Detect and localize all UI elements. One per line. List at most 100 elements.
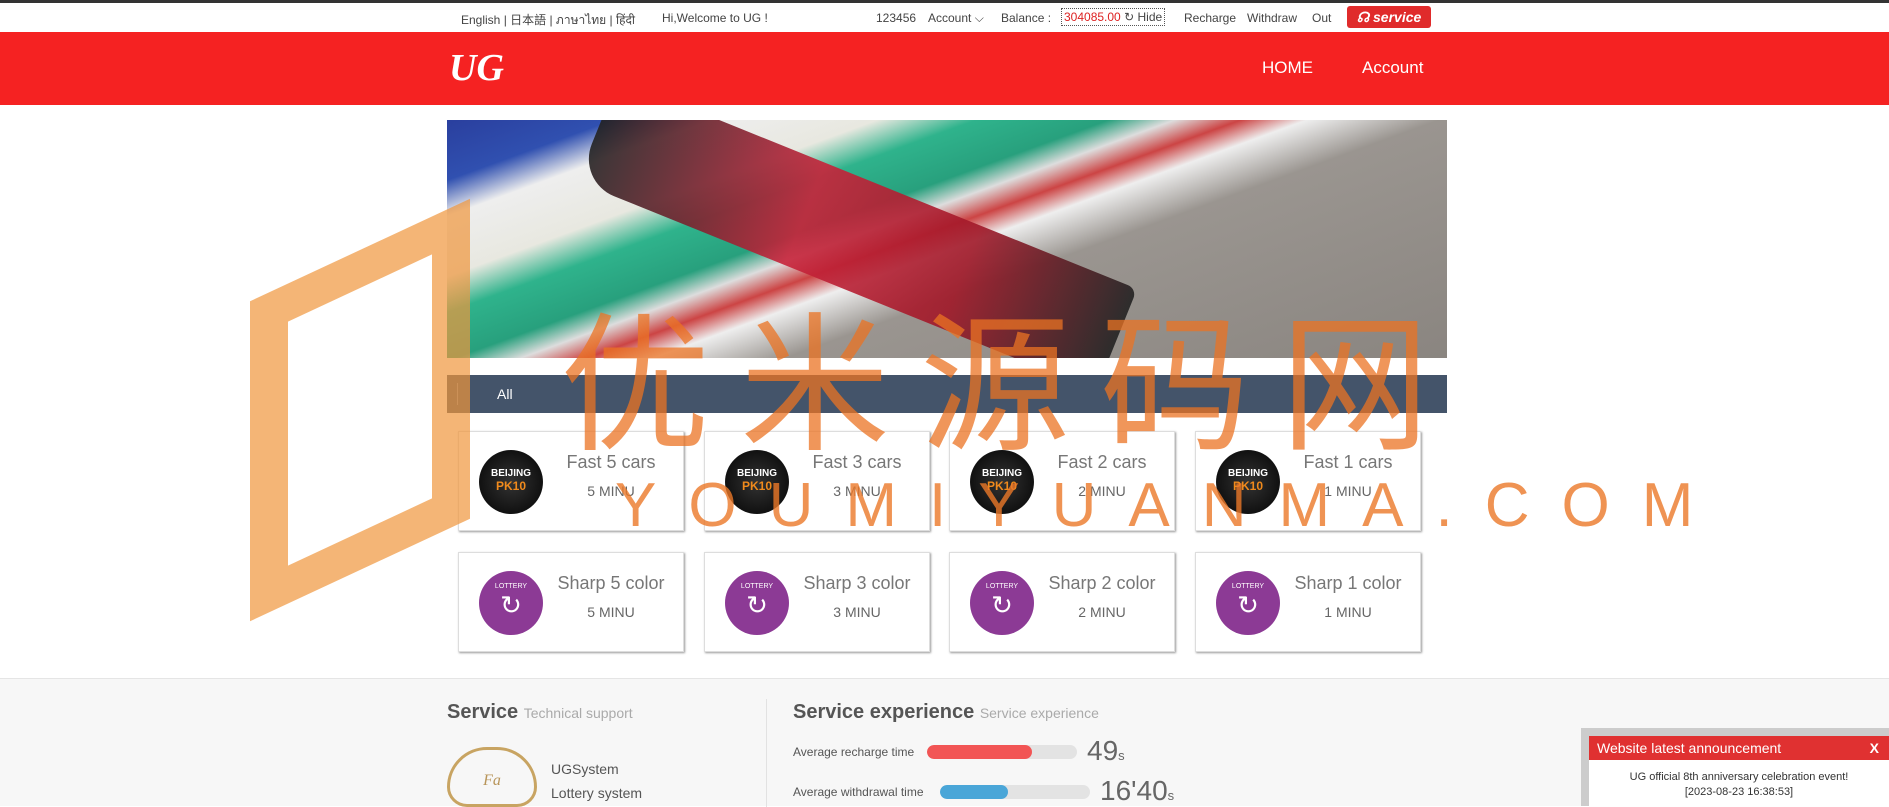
game-title: Sharp 2 color [1048, 573, 1156, 593]
lottery-system-text: Lottery system [551, 785, 643, 801]
icon-text: LOTTERY [1231, 583, 1265, 590]
game-interval: 2 MINU [1078, 604, 1126, 620]
game-title: Fast 2 cars [1057, 452, 1147, 472]
logo[interactable]: UG [449, 46, 504, 90]
withdraw-unit: s [1167, 788, 1175, 803]
game-card[interactable]: LOTTERY ↻ Sharp 3 color 3 MINU [704, 552, 930, 652]
withdrawal-time-bar [940, 785, 1090, 799]
icon-text: BEIJING [1227, 468, 1268, 479]
balance-value: 304085.00 [1064, 10, 1121, 24]
beijing-pk10-icon: BEIJING PK10 [1216, 450, 1280, 514]
account-label: Account [928, 11, 972, 25]
announcement-popup: Website latest announcement X UG official… [1581, 728, 1889, 806]
lottery-icon: LOTTERY ↻ [725, 571, 789, 635]
close-icon[interactable]: X [1870, 736, 1879, 760]
top-bar: English | 日本語 | ภาษาไทย | हिंदी Hi,Welco… [0, 3, 1889, 32]
game-interval: 5 MINU [587, 483, 635, 499]
service-title: Service [447, 701, 519, 723]
tab-all[interactable]: All [497, 386, 513, 402]
game-title: Sharp 3 color [803, 573, 911, 593]
icon-text: BEIJING [736, 468, 777, 479]
game-interval: 5 MINU [587, 604, 635, 620]
cloud-logo-icon: Fa [447, 747, 537, 807]
game-title: Sharp 5 color [557, 573, 665, 593]
category-tab-bar: All [447, 375, 1447, 413]
chevron-down-icon: ⌵ [974, 11, 984, 25]
recharge-link[interactable]: Recharge [1184, 11, 1236, 25]
game-title: Sharp 1 color [1294, 573, 1402, 593]
welcome-text: Hi,Welcome to UG ! [662, 11, 768, 25]
icon-text: PK10 [986, 479, 1018, 493]
logout-link[interactable]: Out [1312, 11, 1331, 25]
watermark-logo-icon [250, 198, 470, 622]
recharge-time-label: Average recharge time [793, 745, 915, 759]
announcement-body[interactable]: UG official 8th anniversary celebration … [1589, 760, 1889, 806]
announcement-text: UG official 8th anniversary celebration … [1629, 771, 1849, 783]
balance-label: Balance : [1001, 11, 1052, 25]
beijing-pk10-icon: BEIJING PK10 [725, 450, 789, 514]
game-title: Fast 1 cars [1303, 452, 1393, 472]
game-card[interactable]: BEIJING PK10 Fast 5 cars 5 MINU [458, 431, 684, 531]
icon-text: PK10 [741, 479, 773, 493]
announcement-date: [2023-08-23 16:38:53] [1684, 786, 1794, 798]
withdraw-link[interactable]: Withdraw [1247, 11, 1297, 25]
announcement-header: Website latest announcement X [1589, 736, 1889, 760]
game-title: Fast 5 cars [566, 452, 656, 472]
experience-title: Service experience [793, 701, 975, 723]
recharge-value: 49 [1087, 735, 1119, 766]
lottery-icon: LOTTERY ↻ [970, 571, 1034, 635]
withdrawal-time-label: Average withdrawal time [793, 785, 924, 799]
user-id: 123456 [876, 11, 917, 25]
tab-divider [457, 383, 458, 405]
service-label: service [1373, 9, 1422, 25]
lottery-icon: LOTTERY ↻ [479, 571, 543, 635]
divider [766, 699, 767, 807]
account-dropdown[interactable]: Account ⌵ [928, 11, 984, 26]
icon-text: PK10 [1232, 479, 1264, 493]
recharge-time-fill [927, 745, 1032, 759]
recharge-unit: s [1118, 748, 1125, 763]
announcement-title: Website latest announcement [1597, 740, 1782, 756]
game-card[interactable]: LOTTERY ↻ Sharp 1 color 1 MINU [1195, 552, 1421, 652]
experience-heading: Service experience Service experience [793, 701, 1099, 724]
game-title: Fast 3 cars [812, 452, 902, 472]
icon-text: LOTTERY [985, 583, 1019, 590]
banner-image [447, 120, 1447, 358]
game-interval: 1 MINU [1324, 604, 1372, 620]
service-button[interactable]: ☊ service [1347, 6, 1431, 28]
icon-text: LOTTERY [494, 583, 528, 590]
game-interval: 1 MINU [1324, 483, 1372, 499]
system-name: UGSystem [551, 761, 619, 777]
main-header: UG HOME Account [0, 32, 1889, 105]
beijing-pk10-icon: BEIJING PK10 [970, 450, 1034, 514]
withdrawal-time-fill [940, 785, 1008, 799]
language-switcher[interactable]: English | 日本語 | ภาษาไทย | हिंदी [461, 11, 635, 30]
icon-text: PK10 [495, 479, 527, 493]
race-car-graphic [576, 120, 1138, 358]
headset-icon: ☊ [1356, 9, 1370, 25]
game-card[interactable]: LOTTERY ↻ Sharp 2 color 2 MINU [949, 552, 1175, 652]
nav-account[interactable]: Account [1362, 58, 1423, 78]
icon-text: BEIJING [490, 468, 531, 479]
recharge-time-bar [927, 745, 1077, 759]
service-heading: Service Technical support [447, 701, 633, 724]
hide-balance-button[interactable]: Hide [1137, 10, 1162, 24]
refresh-icon[interactable]: ↻ [1124, 10, 1134, 24]
game-interval: 3 MINU [833, 604, 881, 620]
game-card[interactable]: BEIJING PK10 Fast 1 cars 1 MINU [1195, 431, 1421, 531]
icon-text: BEIJING [981, 468, 1022, 479]
withdraw-value: 16'40 [1100, 775, 1168, 806]
withdrawal-time-value: 16'40s [1100, 775, 1174, 807]
nav-home[interactable]: HOME [1262, 58, 1313, 78]
balance-box: 304085.00 ↻ Hide [1061, 8, 1166, 26]
game-card[interactable]: BEIJING PK10 Fast 3 cars 3 MINU [704, 431, 930, 531]
game-card[interactable]: BEIJING PK10 Fast 2 cars 2 MINU [949, 431, 1175, 531]
game-interval: 2 MINU [1078, 483, 1126, 499]
game-card[interactable]: LOTTERY ↻ Sharp 5 color 5 MINU [458, 552, 684, 652]
experience-subtitle: Service experience [979, 705, 1099, 721]
game-interval: 3 MINU [833, 483, 881, 499]
beijing-pk10-icon: BEIJING PK10 [479, 450, 543, 514]
service-subtitle: Technical support [523, 705, 633, 721]
lottery-icon: LOTTERY ↻ [1216, 571, 1280, 635]
recharge-time-value: 49s [1087, 735, 1125, 767]
